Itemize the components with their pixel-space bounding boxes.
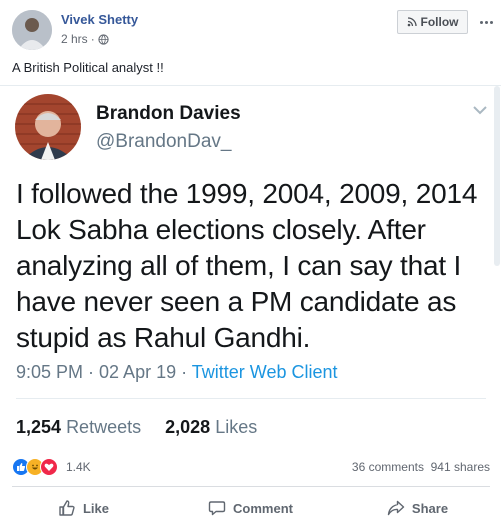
- reactions-bar: 1.4K 36 comments 941 shares: [12, 458, 490, 478]
- tweet-stats: 1,254 Retweets 2,028 Likes: [16, 417, 257, 438]
- comments-count[interactable]: 36 comments: [352, 460, 424, 474]
- action-divider: [12, 486, 490, 487]
- chevron-down-icon: [473, 106, 487, 115]
- tweet-author-name: Brandon Davies: [96, 103, 241, 124]
- author-avatar[interactable]: [12, 10, 52, 50]
- share-icon: [387, 500, 405, 516]
- follow-button[interactable]: Follow: [397, 10, 468, 34]
- love-icon: [40, 458, 58, 476]
- scrollbar: [494, 86, 500, 266]
- follow-label: Follow: [420, 15, 459, 29]
- post-actions: Like Comment Share: [0, 490, 501, 526]
- tweet-client: Twitter Web Client: [191, 362, 338, 382]
- comments-shares: 36 comments 941 shares: [352, 460, 490, 474]
- author-name[interactable]: Vivek Shetty: [61, 12, 138, 27]
- share-button[interactable]: Share: [334, 490, 501, 526]
- tweet-author-handle: @BrandonDav_: [96, 131, 232, 152]
- tweet-time: 9:05 PM · 02 Apr 19 ·: [16, 362, 192, 382]
- tweet-author-avatar: [15, 94, 81, 160]
- tweet-meta: 9:05 PM · 02 Apr 19 · Twitter Web Client: [16, 362, 337, 383]
- thumbs-up-icon: [59, 500, 75, 516]
- meta-separator: ·: [90, 32, 95, 46]
- post-header: Vivek Shetty 2 hrs · Follow: [0, 0, 501, 58]
- like-button[interactable]: Like: [0, 490, 167, 526]
- likes-label: Likes: [215, 417, 258, 437]
- comment-button[interactable]: Comment: [167, 490, 334, 526]
- more-options-icon[interactable]: [478, 14, 494, 30]
- share-label: Share: [411, 500, 449, 516]
- rss-icon: [407, 17, 417, 27]
- post-time[interactable]: 2 hrs: [61, 32, 88, 46]
- embedded-tweet-image[interactable]: Brandon Davies @BrandonDav_ I followed t…: [0, 85, 501, 446]
- tweet-divider: [16, 398, 486, 399]
- retweets-label: Retweets: [66, 417, 142, 437]
- globe-icon: [98, 33, 109, 45]
- comment-label: Comment: [233, 500, 293, 516]
- post-caption: A British Political analyst !!: [12, 60, 164, 75]
- like-label: Like: [82, 500, 109, 516]
- reaction-count[interactable]: 1.4K: [66, 460, 91, 474]
- likes-count: 2,028: [165, 417, 211, 437]
- shares-count[interactable]: 941 shares: [431, 460, 490, 474]
- reaction-icons[interactable]: [12, 458, 58, 476]
- comment-icon: [208, 501, 226, 516]
- post-meta: 2 hrs ·: [61, 32, 109, 46]
- retweets-count: 1,254: [16, 417, 62, 437]
- tweet-text: I followed the 1999, 2004, 2009, 2014 Lo…: [16, 178, 478, 353]
